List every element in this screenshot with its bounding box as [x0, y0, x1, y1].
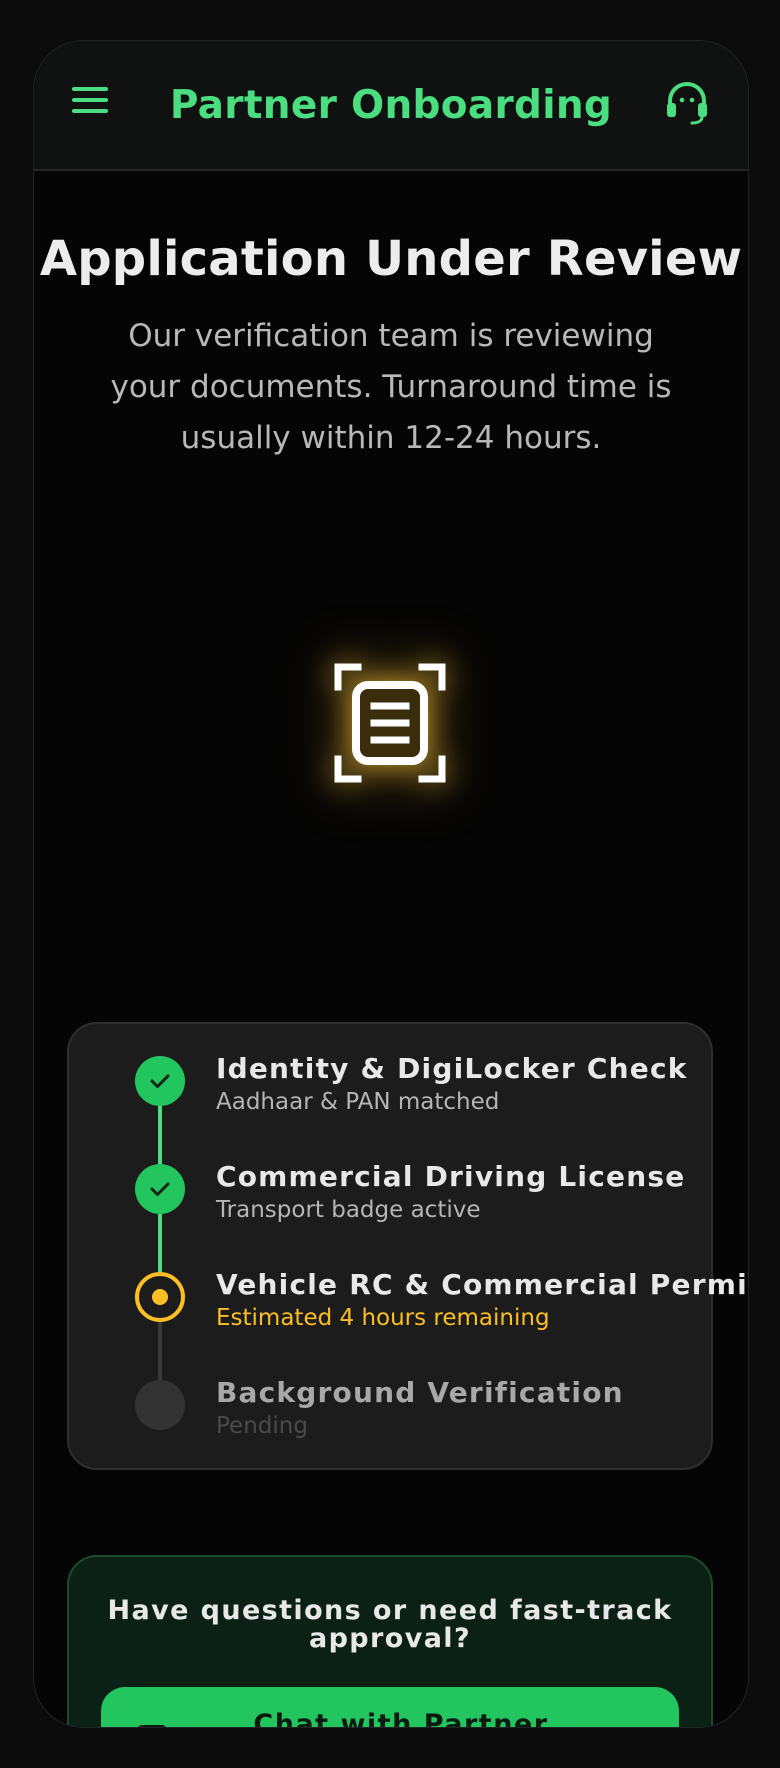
- step-subtitle: Aadhaar & PAN matched: [216, 1089, 500, 1115]
- step-connector: [158, 1106, 162, 1164]
- step-status-dot: [135, 1164, 185, 1214]
- help-text: Have questions or need fast-track approv…: [107, 1595, 673, 1654]
- step-title: Vehicle RC & Commercial Permit: [216, 1268, 749, 1301]
- step-title: Commercial Driving License: [216, 1160, 686, 1193]
- phone-frame: Partner Onboarding Application Under Rev…: [33, 40, 749, 1728]
- step-status-dot: [135, 1056, 185, 1106]
- step-connector: [158, 1214, 162, 1272]
- step-subtitle: Pending: [216, 1413, 308, 1439]
- step-status-dot: [135, 1380, 185, 1430]
- chat-button-label: Chat with Partner: [253, 1709, 549, 1728]
- help-card: Have questions or need fast-track approv…: [67, 1555, 713, 1728]
- document-scan-icon: [334, 663, 446, 783]
- step-connector: [158, 1322, 162, 1380]
- step-subtitle: Transport badge active: [216, 1197, 481, 1223]
- chat-with-partner-button[interactable]: Chat with Partner: [101, 1687, 679, 1728]
- step-title: Background Verification: [216, 1376, 624, 1409]
- page-subtitle: Our verification team is reviewing your …: [110, 318, 672, 456]
- app-header: Partner Onboarding: [34, 41, 748, 171]
- chat-icon: [138, 1725, 166, 1727]
- verification-steps-card: Identity & DigiLocker Check Aadhaar & PA…: [67, 1022, 748, 1470]
- headset-support-icon: [667, 81, 707, 125]
- page-title: Application Under Review: [39, 231, 743, 287]
- check-icon: [150, 1074, 170, 1088]
- step-title: Identity & DigiLocker Check: [216, 1052, 688, 1085]
- check-icon: [150, 1182, 170, 1196]
- step-subtitle: Estimated 4 hours remaining: [216, 1305, 550, 1331]
- step-status-dot: [135, 1272, 185, 1322]
- support-button[interactable]: [664, 81, 710, 125]
- header-title: Partner Onboarding: [169, 83, 613, 128]
